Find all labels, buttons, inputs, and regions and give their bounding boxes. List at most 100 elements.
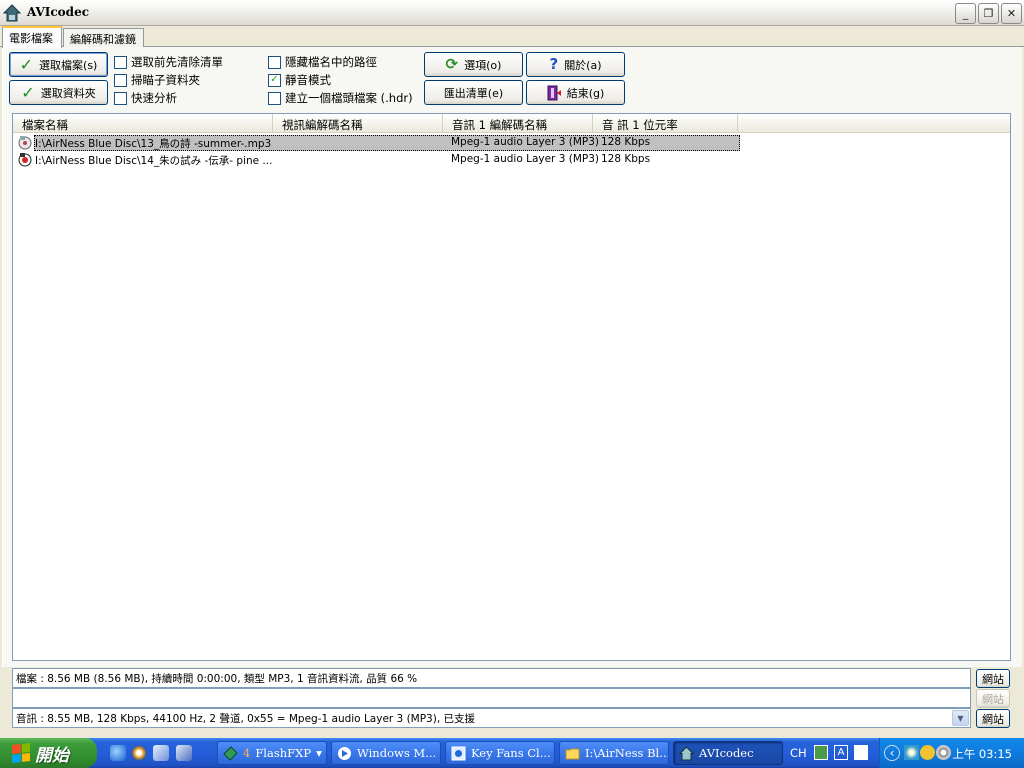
audio-codec-cell: Mpeg-1 audio Layer 3 (MP3) [451, 153, 599, 165]
website-button-file[interactable]: 網站 [976, 669, 1010, 688]
desktop-icon[interactable] [153, 745, 169, 761]
tray-app-icon[interactable] [936, 745, 951, 760]
media-player-icon[interactable] [131, 745, 147, 761]
file-info-text: 檔案 : 8.56 MB (8.56 MB), 持續時間 0:00:00, 類型… [16, 673, 418, 685]
windows-logo-icon [12, 743, 30, 763]
clock[interactable]: 上午 03:15 [952, 746, 1012, 762]
task-windows-media[interactable]: Windows M... [331, 741, 441, 765]
checkbox-clear-list[interactable]: 選取前先清除清單 [114, 54, 223, 70]
chevron-down-icon[interactable]: ▼ [952, 710, 969, 726]
checkbox-box[interactable]: ✓ [268, 73, 281, 87]
column-audio-bitrate[interactable]: 音 訊 1 位元率 [593, 114, 738, 133]
checkbox-checkmark-icon: ✓ [270, 74, 279, 85]
ime-input-method-icon[interactable] [814, 745, 828, 760]
website-label: 網站 [982, 692, 1004, 706]
select-file-button[interactable]: ✓ 選取檔案(s) [9, 52, 108, 77]
website-label: 網站 [982, 672, 1004, 686]
checkbox-label: 建立一個檔頭檔案 (.hdr) [285, 91, 413, 105]
refresh-icon: ⟳ [445, 55, 459, 73]
checkbox-box[interactable] [114, 73, 127, 87]
checkbox-box[interactable] [268, 55, 281, 69]
checkbox-scan-subfolders[interactable]: 掃瞄子資料夾 [114, 72, 200, 88]
about-label: 關於(a) [564, 58, 602, 72]
tab-movie-files[interactable]: 電影檔案 [2, 26, 62, 48]
task-flashfxp[interactable]: 4 FlashFXP ▾ [217, 741, 327, 765]
export-list-button[interactable]: 匯出清單(e) [424, 80, 523, 105]
exit-button[interactable]: 結束(g) [526, 80, 625, 105]
folder-icon [565, 748, 580, 759]
taskbar: 開始 4 FlashFXP ▾ Windows M... Key Fans Cl… [0, 738, 1024, 768]
ime-language-indicator[interactable]: CH [790, 746, 807, 760]
column-video-codec[interactable]: 視訊編解碼名稱 [273, 114, 443, 133]
list-item[interactable]: I:\AirNess Blue Disc\14_朱の試み -伝承- pine .… [15, 152, 740, 168]
checkbox-silent-mode[interactable]: ✓ 靜音模式 [268, 72, 331, 88]
network-users-icon[interactable] [904, 745, 919, 760]
start-button[interactable]: 開始 [0, 738, 97, 768]
title-bar: AVIcodec _ ❐ ✕ [0, 0, 1024, 26]
select-folder-button[interactable]: ✓ 選取資料夾 [9, 80, 108, 105]
ime-mode-label: A [837, 747, 845, 758]
select-file-label: 選取檔案(s) [39, 58, 98, 72]
task-explorer-folder[interactable]: I:\AirNess Bl... [559, 741, 669, 765]
tab-codecs-filters[interactable]: 編解碼和濾鏡 [63, 28, 144, 48]
options-label: 選項(o) [464, 58, 502, 72]
export-list-label: 匯出清單(e) [443, 86, 504, 100]
checkbox-box[interactable] [114, 55, 127, 69]
avicodec-app-icon[interactable] [3, 4, 21, 22]
restore-button[interactable]: ❐ [978, 3, 999, 24]
task-label: I:\AirNess Bl... [585, 746, 669, 760]
tab-strip: 電影檔案 編解碼和濾鏡 [0, 26, 1024, 48]
file-name-cell: I:\AirNess Blue Disc\14_朱の試み -伝承- pine .… [35, 155, 273, 167]
column-file-name[interactable]: 檔案名稱 [13, 114, 273, 133]
checkbox-label: 快速分析 [131, 91, 177, 105]
website-button-video: 網站 [976, 689, 1010, 708]
about-button[interactable]: ? 關於(a) [526, 52, 625, 77]
column-label: 檔案名稱 [22, 118, 68, 132]
ime-width-icon[interactable] [854, 745, 868, 760]
task-label: Windows M... [357, 746, 437, 760]
ime-mode-icon[interactable]: A [834, 745, 848, 760]
close-button[interactable]: ✕ [1001, 3, 1022, 24]
task-badge: 4 [243, 746, 251, 760]
tab-label: 編解碼和濾鏡 [70, 33, 136, 46]
task-avicodec[interactable]: AVIcodec [673, 741, 783, 765]
media-player-icon [338, 746, 351, 760]
file-info-field[interactable]: 檔案 : 8.56 MB (8.56 MB), 持續時間 0:00:00, 類型… [12, 668, 971, 688]
checkbox-quick-analysis[interactable]: 快速分析 [114, 90, 177, 106]
smiley-icon[interactable] [920, 745, 935, 760]
checkbox-box[interactable] [114, 91, 127, 105]
task-key-fans[interactable]: Key Fans Cl... [445, 741, 555, 765]
column-audio-codec[interactable]: 音訊 1 編解碼名稱 [443, 114, 593, 133]
checkmark-icon: ✓ [21, 82, 35, 102]
checkbox-create-header[interactable]: 建立一個檔頭檔案 (.hdr) [268, 90, 413, 106]
column-label: 音訊 1 編解碼名稱 [452, 118, 548, 132]
options-button[interactable]: ⟳ 選項(o) [424, 52, 523, 77]
website-button-audio[interactable]: 網站 [976, 709, 1010, 728]
ie-icon[interactable] [110, 745, 126, 761]
checkbox-label: 隱藏檔名中的路徑 [285, 55, 377, 69]
column-label: 音 訊 1 位元率 [602, 118, 678, 132]
question-icon: ? [549, 55, 559, 73]
file-list[interactable]: 檔案名稱 視訊編解碼名稱 音訊 1 編解碼名稱 音 訊 1 位元率 I:\Air… [12, 113, 1011, 661]
avicodec-app-icon [679, 745, 694, 760]
exit-label: 結束(g) [566, 86, 605, 100]
checkbox-label: 掃瞄子資料夾 [131, 73, 200, 87]
task-label: AVIcodec [699, 746, 754, 760]
list-item[interactable]: I:\AirNess Blue Disc\13_鳥の詩 -summer-.mp3… [15, 135, 740, 151]
list-header: 檔案名稱 視訊編解碼名稱 音訊 1 編解碼名稱 音 訊 1 位元率 [13, 114, 1010, 133]
video-info-field[interactable] [12, 688, 971, 708]
checkbox-hide-path[interactable]: 隱藏檔名中的路徑 [268, 54, 377, 70]
tray-expand-icon[interactable]: ‹ [884, 745, 900, 761]
restore-icon: ❐ [983, 7, 994, 20]
flashfxp-icon [223, 745, 238, 761]
tray-chevron-glyph: ‹ [889, 746, 895, 760]
minimize-button[interactable]: _ [955, 3, 976, 24]
browser-window-icon [451, 746, 466, 760]
file-name-cell: I:\AirNess Blue Disc\13_鳥の詩 -summer-.mp3 [35, 138, 272, 150]
checkbox-box[interactable] [268, 91, 281, 105]
window-switcher-icon[interactable] [176, 745, 192, 761]
checkbox-label: 靜音模式 [285, 73, 331, 87]
audio-info-combo[interactable]: 音訊 : 8.55 MB, 128 Kbps, 44100 Hz, 2 聲道, … [12, 708, 971, 728]
select-folder-label: 選取資料夾 [40, 86, 96, 100]
column-label: 視訊編解碼名稱 [282, 118, 363, 132]
